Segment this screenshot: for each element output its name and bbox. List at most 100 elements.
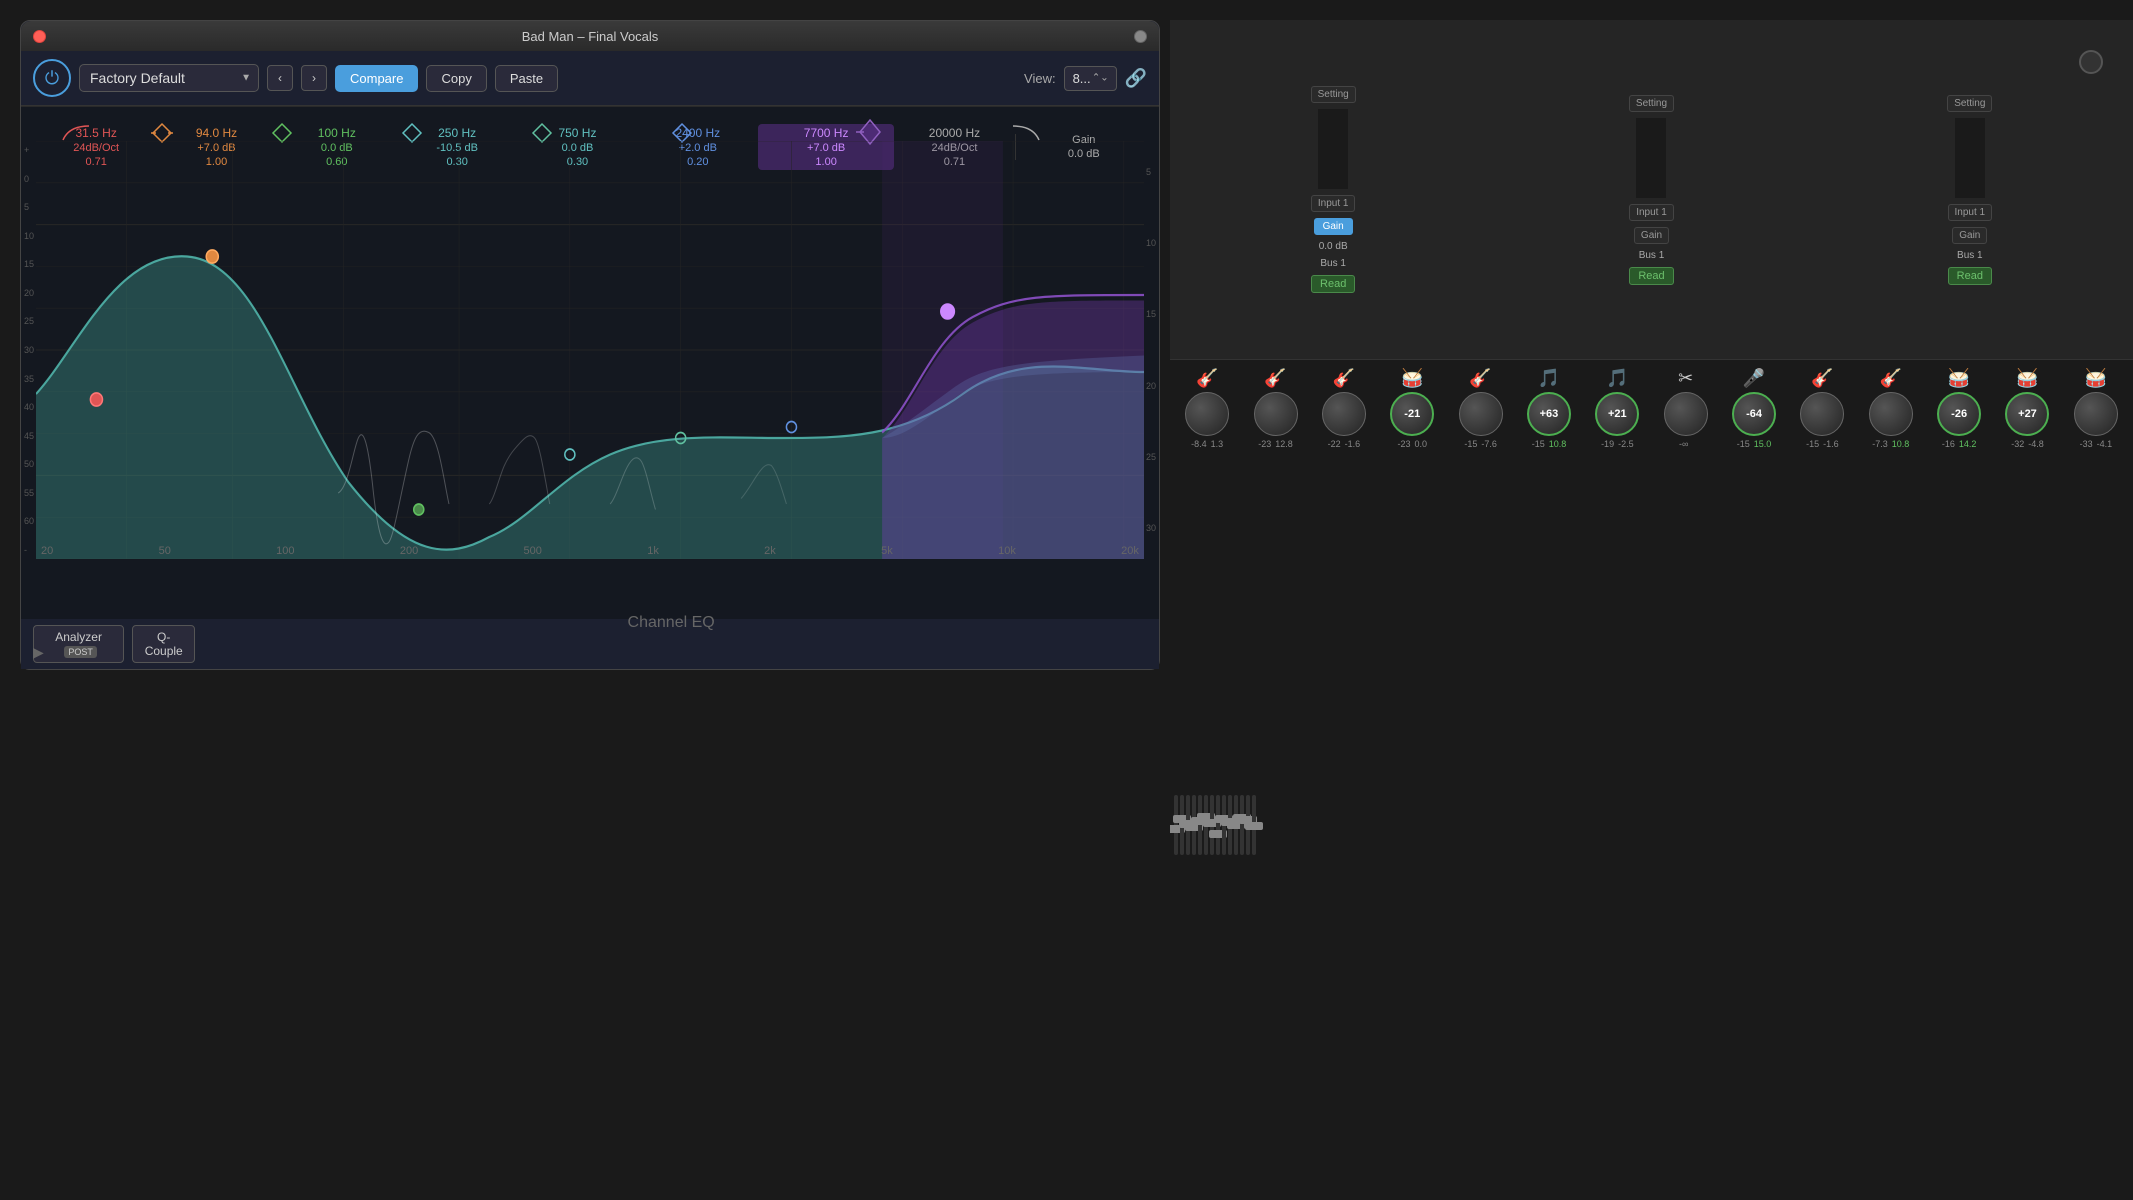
fader-track-5[interactable] <box>1198 795 1202 855</box>
title-bar: Bad Man – Final Vocals <box>21 21 1159 51</box>
fader-14-knob[interactable] <box>2074 392 2118 436</box>
fader-2-knob[interactable] <box>1254 392 1298 436</box>
fader-10-values: -15 -1.6 <box>1806 439 1839 449</box>
fader-2-icon: 🎸 <box>1264 368 1286 389</box>
fader-5-knob[interactable] <box>1459 392 1503 436</box>
channel-1-bus: Bus 1 <box>1320 258 1346 269</box>
fader-12-knob[interactable]: -26 <box>1937 392 1981 436</box>
play-button[interactable]: ▶ <box>33 644 44 661</box>
freq-100: 100 <box>276 545 294 557</box>
fader-13-knob[interactable]: +27 <box>2005 392 2049 436</box>
window-title: Bad Man – Final Vocals <box>522 29 659 44</box>
freq-50: 50 <box>159 545 171 557</box>
db-right-20: 20 <box>1146 381 1156 391</box>
channel-1-setting-btn[interactable]: Setting <box>1311 86 1356 103</box>
db-label-60: 60 <box>24 516 34 526</box>
fader-11-icon: 🎸 <box>1880 368 1902 389</box>
nav-back-button[interactable]: ‹ <box>267 65 293 91</box>
channel-strip-3: Setting Input 1 Gain Bus 1 Read <box>1815 95 2125 285</box>
fader-track-7[interactable] <box>1210 795 1214 855</box>
channel-2-input-btn[interactable]: Input 1 <box>1629 204 1674 221</box>
view-label: View: <box>1024 71 1056 86</box>
db-label-50: 50 <box>24 459 34 469</box>
db-label-20: 20 <box>24 288 34 298</box>
fader-8-knob[interactable] <box>1664 392 1708 436</box>
freq-5k: 5k <box>881 545 893 557</box>
fader-8-icon: ✂ <box>1678 368 1693 389</box>
fader-7-icon: 🎵 <box>1606 368 1628 389</box>
channel-2-gain-btn[interactable]: Gain <box>1634 227 1669 244</box>
fader-track-11[interactable] <box>1234 795 1238 855</box>
fader-12-values: -16 14.2 <box>1942 439 1977 449</box>
power-button[interactable]: ⏻ <box>33 59 71 97</box>
fader-6-icon: 🎵 <box>1538 368 1560 389</box>
channel-eq-label: Channel EQ <box>628 614 715 632</box>
analyzer-label: Analyzer <box>55 630 102 644</box>
fader-3: 🎸 -22 -1.6 <box>1311 368 1377 449</box>
fader-12: 🥁 -26 -16 14.2 <box>1926 368 1992 449</box>
freq-1k: 1k <box>647 545 659 557</box>
channel-1-read-btn[interactable]: Read <box>1311 275 1355 293</box>
nav-forward-button[interactable]: › <box>301 65 327 91</box>
post-badge: POST <box>64 646 97 658</box>
fader-9-icon: 🎤 <box>1743 368 1765 389</box>
channel-2-read-btn[interactable]: Read <box>1629 267 1673 285</box>
preset-dropdown-wrapper: Factory Default ▼ <box>79 64 259 92</box>
fader-handle-14[interactable] <box>1245 822 1263 830</box>
analyzer-button[interactable]: Analyzer POST <box>33 625 124 663</box>
channel-3-setting-btn[interactable]: Setting <box>1947 95 1992 112</box>
compare-button[interactable]: Compare <box>335 65 418 92</box>
close-button[interactable] <box>33 30 46 43</box>
db-label-plus: + <box>24 145 34 155</box>
channel-1-gain-btn[interactable]: Gain <box>1314 218 1353 235</box>
right-panel: Setting Input 1 Gain 0.0 dB Bus 1 Read S… <box>1170 20 2133 1200</box>
fader-3-knob[interactable] <box>1322 392 1366 436</box>
fader-track-4[interactable] <box>1192 795 1196 855</box>
fader-10-knob[interactable] <box>1800 392 1844 436</box>
fader-1-knob[interactable] <box>1185 392 1229 436</box>
channel-3-gain-btn[interactable]: Gain <box>1952 227 1987 244</box>
power-icon: ⏻ <box>45 68 59 89</box>
fader-9-knob[interactable]: -64 <box>1732 392 1776 436</box>
fader-track-14[interactable] <box>1252 795 1256 855</box>
fader-6-knob[interactable]: +63 <box>1527 392 1571 436</box>
freq-10k: 10k <box>998 545 1016 557</box>
fader-4-knob[interactable]: -21 <box>1390 392 1434 436</box>
band-handles-row <box>21 114 1159 144</box>
fader-13-values: -32 -4.8 <box>2011 439 2044 449</box>
fader-13: 🥁 +27 -32 -4.8 <box>1994 368 2060 449</box>
fader-14-icon: 🥁 <box>2085 368 2107 389</box>
channel-1-input-btn[interactable]: Input 1 <box>1311 195 1356 212</box>
copy-button[interactable]: Copy <box>426 65 486 92</box>
q-couple-button[interactable]: Q-Couple <box>132 625 195 663</box>
eq-window: Bad Man – Final Vocals ⏻ Factory Default… <box>20 20 1160 670</box>
fader-7-knob[interactable]: +21 <box>1595 392 1639 436</box>
eq-curve-svg <box>36 141 1144 559</box>
channel-3-read-btn[interactable]: Read <box>1948 267 1992 285</box>
toolbar: ⏻ Factory Default ▼ ‹ › Compare Copy Pas… <box>21 51 1159 106</box>
db-labels-left: + 0 5 10 15 20 25 30 35 40 45 50 55 60 - <box>24 136 34 564</box>
fader-row: 🎸 -8.4 1.3 🎸 -23 12.8 🎸 <box>1174 368 2129 449</box>
paste-button[interactable]: Paste <box>495 65 558 92</box>
freq-500: 500 <box>524 545 542 557</box>
eq-display: + 0 5 10 15 20 25 30 35 40 45 50 55 60 -… <box>21 106 1159 619</box>
fader-2-values: -23 12.8 <box>1258 439 1293 449</box>
db-label-15: 15 <box>24 259 34 269</box>
link-button[interactable]: 🔗 <box>1125 68 1147 89</box>
preset-dropdown[interactable]: Factory Default <box>79 64 259 92</box>
minimize-button[interactable] <box>1134 30 1147 43</box>
view-select[interactable]: 8... <box>1064 66 1117 91</box>
channel-3-input-btn[interactable]: Input 1 <box>1948 204 1993 221</box>
fader-track-12[interactable] <box>1240 795 1244 855</box>
db-label-5: 5 <box>24 202 34 212</box>
fader-track-8[interactable] <box>1216 795 1220 855</box>
channel-2-setting-btn[interactable]: Setting <box>1629 95 1674 112</box>
circle-control[interactable] <box>2079 50 2103 74</box>
fader-11-knob[interactable] <box>1869 392 1913 436</box>
mixer-bottom: 🎸 -8.4 1.3 🎸 -23 12.8 🎸 <box>1170 360 2133 1200</box>
fader-10: 🎸 -15 -1.6 <box>1789 368 1855 449</box>
fader-4-icon: 🥁 <box>1401 368 1423 389</box>
fader-11: 🎸 -7.3 10.8 <box>1858 368 1924 449</box>
fader-6-values: -15 10.8 <box>1532 439 1567 449</box>
fader-track-1[interactable] <box>1174 795 1178 855</box>
